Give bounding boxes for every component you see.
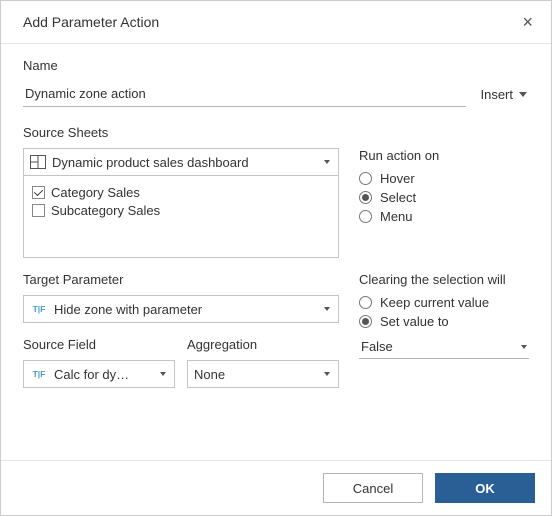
- clearing-label: Clearing the selection will: [359, 272, 529, 287]
- dashboard-select[interactable]: Dynamic product sales dashboard: [23, 148, 339, 176]
- chevron-down-icon: [160, 372, 166, 376]
- chevron-down-icon: [521, 345, 527, 349]
- dashboard-value: Dynamic product sales dashboard: [52, 155, 249, 170]
- cancel-button[interactable]: Cancel: [323, 473, 423, 503]
- radio-label: Set value to: [380, 314, 449, 329]
- aggregation-label: Aggregation: [187, 337, 339, 352]
- checkbox-icon: [32, 204, 45, 217]
- dashboard-icon: [30, 155, 46, 169]
- dialog-titlebar: Add Parameter Action ×: [1, 1, 551, 44]
- radio-icon: [359, 172, 372, 185]
- sheet-label: Category Sales: [51, 185, 140, 200]
- chevron-down-icon: [324, 160, 330, 164]
- run-on-menu[interactable]: Menu: [359, 209, 529, 224]
- tf-icon: T|F: [30, 367, 48, 381]
- sheet-label: Subcategory Sales: [51, 203, 160, 218]
- name-input[interactable]: [23, 81, 466, 107]
- radio-icon: [359, 210, 372, 223]
- radio-icon: [359, 315, 372, 328]
- radio-label: Menu: [380, 209, 413, 224]
- source-field-label: Source Field: [23, 337, 175, 352]
- target-select[interactable]: T|F Hide zone with parameter: [23, 295, 339, 323]
- radio-label: Select: [380, 190, 416, 205]
- chevron-down-icon: [519, 92, 527, 97]
- set-value-select[interactable]: False: [359, 335, 529, 359]
- aggregation-select[interactable]: None: [187, 360, 339, 388]
- close-icon[interactable]: ×: [518, 11, 537, 33]
- target-label: Target Parameter: [23, 272, 339, 287]
- dialog-footer: Cancel OK: [1, 460, 551, 515]
- set-value: False: [361, 339, 393, 354]
- source-field-value: Calc for dy…: [54, 367, 129, 382]
- sheet-checkbox-category[interactable]: Category Sales: [32, 185, 330, 200]
- run-on-hover[interactable]: Hover: [359, 171, 529, 186]
- sheet-list: Category Sales Subcategory Sales: [23, 176, 339, 258]
- aggregation-value: None: [194, 367, 225, 382]
- radio-icon: [359, 296, 372, 309]
- run-on-label: Run action on: [359, 148, 529, 163]
- source-field-select[interactable]: T|F Calc for dy…: [23, 360, 175, 388]
- ok-button[interactable]: OK: [435, 473, 535, 503]
- radio-icon: [359, 191, 372, 204]
- chevron-down-icon: [324, 372, 330, 376]
- clearing-keep[interactable]: Keep current value: [359, 295, 529, 310]
- insert-label: Insert: [480, 87, 513, 102]
- run-on-select[interactable]: Select: [359, 190, 529, 205]
- insert-button[interactable]: Insert: [478, 83, 529, 106]
- radio-label: Hover: [380, 171, 415, 186]
- clearing-set[interactable]: Set value to: [359, 314, 529, 329]
- checkbox-icon: [32, 186, 45, 199]
- name-label: Name: [23, 58, 529, 73]
- target-value: Hide zone with parameter: [54, 302, 202, 317]
- sheet-checkbox-subcategory[interactable]: Subcategory Sales: [32, 203, 330, 218]
- chevron-down-icon: [324, 307, 330, 311]
- tf-icon: T|F: [30, 302, 48, 316]
- radio-label: Keep current value: [380, 295, 489, 310]
- dialog-title: Add Parameter Action: [23, 14, 159, 30]
- source-sheets-label: Source Sheets: [23, 125, 529, 140]
